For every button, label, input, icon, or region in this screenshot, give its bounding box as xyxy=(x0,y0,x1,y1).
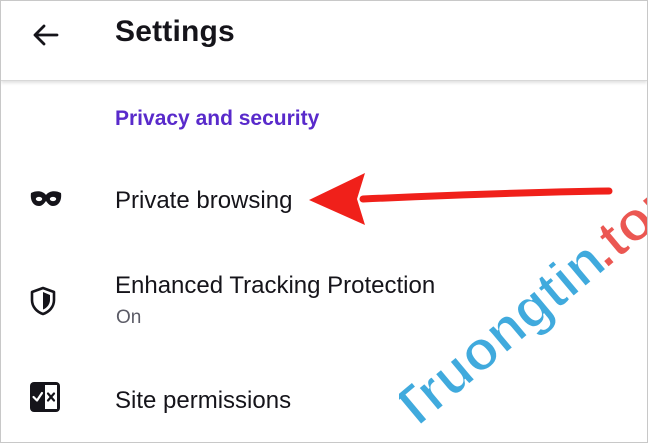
site-permissions-icon xyxy=(29,381,61,418)
settings-item-status: On xyxy=(116,307,142,328)
mask-icon xyxy=(29,189,63,214)
back-button[interactable] xyxy=(23,19,67,55)
settings-item-label: Private browsing xyxy=(115,187,293,214)
settings-screen: Settings Privacy and security Private br… xyxy=(0,0,648,443)
settings-item-site-permissions[interactable]: Site permissions xyxy=(1,371,647,441)
shield-icon xyxy=(29,286,57,321)
settings-item-label: Enhanced Tracking Protection xyxy=(115,272,436,299)
settings-item-enhanced-tracking-protection[interactable]: Enhanced Tracking Protection On xyxy=(1,259,647,339)
section-header-privacy: Privacy and security xyxy=(115,107,320,130)
arrow-left-icon xyxy=(31,23,59,52)
settings-item-private-browsing[interactable]: Private browsing xyxy=(1,169,647,239)
settings-item-label: Site permissions xyxy=(115,387,292,414)
app-bar: Settings xyxy=(1,1,647,81)
page-title: Settings xyxy=(115,15,235,48)
